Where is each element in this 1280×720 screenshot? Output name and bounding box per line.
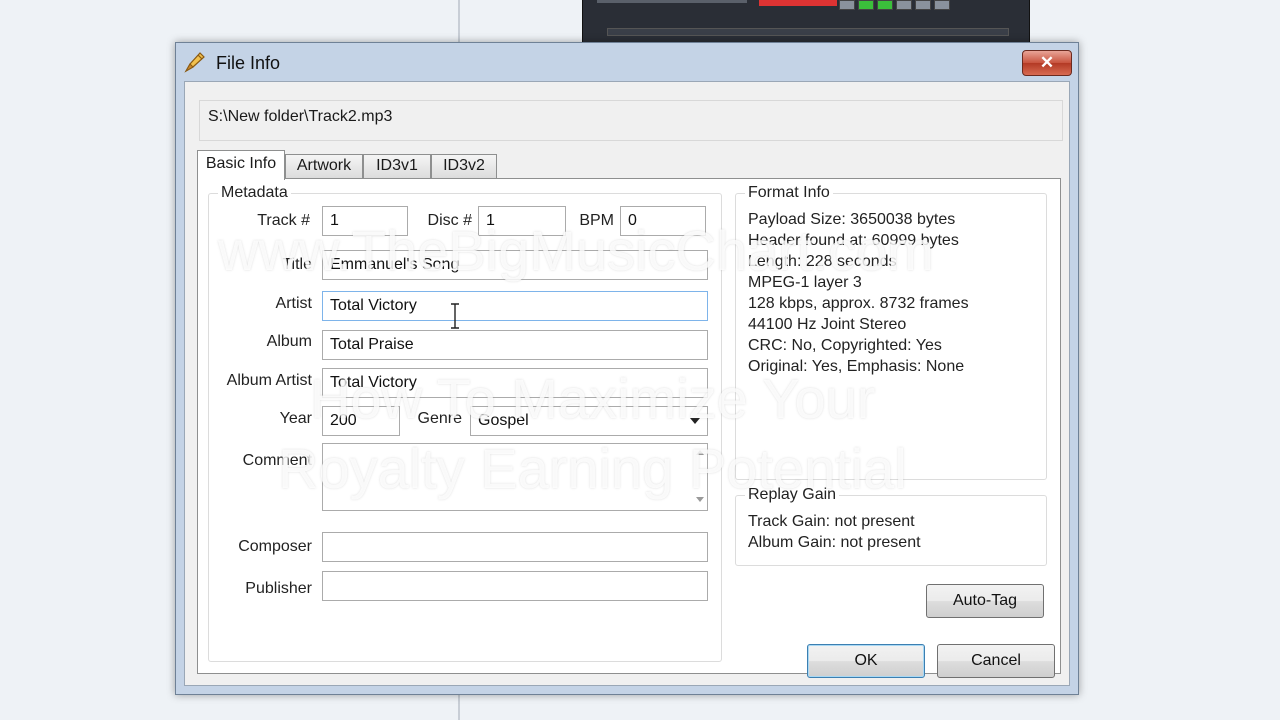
track-gain-text: Track Gain: not present	[748, 513, 915, 530]
background-player-window	[582, 0, 1030, 45]
album-gain-text: Album Gain: not present	[748, 534, 921, 551]
genre-value: Gospel	[478, 412, 529, 429]
artist-label: Artist	[275, 295, 312, 312]
album-input[interactable]: Total Praise	[322, 330, 708, 360]
genre-label: Genre	[417, 410, 462, 427]
disc-label: Disc #	[427, 212, 472, 229]
artist-input[interactable]: Total Victory	[322, 291, 708, 321]
disc-input[interactable]: 1	[478, 206, 566, 236]
bpm-label: BPM	[579, 212, 614, 229]
player-buttons	[839, 0, 950, 10]
year-input[interactable]: 200	[322, 406, 400, 436]
player-bar	[597, 0, 747, 3]
window-title: File Info	[216, 53, 281, 73]
title-bar[interactable]: File Info ✕	[176, 43, 1078, 81]
album-label: Album	[266, 333, 312, 350]
format-line-crc: CRC: No, Copyrighted: Yes	[748, 337, 942, 354]
title-input[interactable]: Emmanuel's Song	[322, 250, 708, 280]
format-line-original: Original: Yes, Emphasis: None	[748, 358, 965, 375]
format-line-samplerate: 44100 Hz Joint Stereo	[748, 316, 907, 333]
genre-select[interactable]: Gospel	[470, 406, 708, 436]
close-button[interactable]: ✕	[1022, 50, 1072, 76]
format-line-length: Length: 228 seconds	[748, 253, 897, 270]
pen-tag-icon	[184, 52, 205, 73]
track-label: Track #	[257, 212, 310, 229]
album-artist-label: Album Artist	[226, 372, 312, 389]
cancel-button[interactable]: Cancel	[937, 644, 1055, 678]
scroll-down-icon[interactable]	[696, 497, 704, 502]
file-info-dialog: File Info ✕ S:\New folder\Track2.mp3 Bas…	[175, 42, 1079, 695]
basic-info-panel: Metadata Track # 1 Disc # 1 BPM 0 Title …	[197, 178, 1061, 674]
album-artist-input[interactable]: Total Victory	[322, 368, 708, 398]
format-line-header: Header found at: 60999 bytes	[748, 232, 959, 249]
metadata-legend: Metadata	[221, 184, 288, 201]
replay-gain-legend: Replay Gain	[748, 486, 837, 503]
comment-label: Comment	[242, 452, 312, 469]
composer-label: Composer	[238, 538, 312, 555]
close-icon: ✕	[1039, 53, 1055, 72]
track-input[interactable]: 1	[322, 206, 408, 236]
year-label: Year	[279, 410, 312, 427]
comment-textarea[interactable]	[322, 443, 708, 511]
chevron-down-icon[interactable]	[690, 418, 700, 424]
publisher-input[interactable]	[322, 571, 708, 601]
file-path-display: S:\New folder\Track2.mp3	[199, 100, 1063, 141]
bpm-input[interactable]: 0	[620, 206, 706, 236]
ok-button[interactable]: OK	[807, 644, 925, 678]
composer-input[interactable]	[322, 532, 708, 562]
player-seek-track	[607, 28, 1009, 36]
format-line-payload: Payload Size: 3650038 bytes	[748, 211, 956, 228]
dialog-client-area: S:\New folder\Track2.mp3 Basic Info Artw…	[184, 81, 1070, 686]
publisher-label: Publisher	[245, 580, 312, 597]
tab-id3v1[interactable]: ID3v1	[363, 154, 431, 178]
tab-basic-info[interactable]: Basic Info	[197, 150, 285, 180]
format-line-mpeg: MPEG-1 layer 3	[748, 274, 862, 291]
text-cursor-icon	[451, 303, 459, 329]
auto-tag-button[interactable]: Auto-Tag	[926, 584, 1044, 618]
format-line-bitrate: 128 kbps, approx. 8732 frames	[748, 295, 969, 312]
tab-id3v2[interactable]: ID3v2	[431, 154, 497, 178]
format-info-legend: Format Info	[748, 184, 830, 201]
tab-artwork[interactable]: Artwork	[285, 154, 363, 178]
player-red-bar	[759, 0, 837, 6]
scroll-up-icon[interactable]	[696, 450, 704, 455]
title-label: Title	[282, 256, 312, 273]
